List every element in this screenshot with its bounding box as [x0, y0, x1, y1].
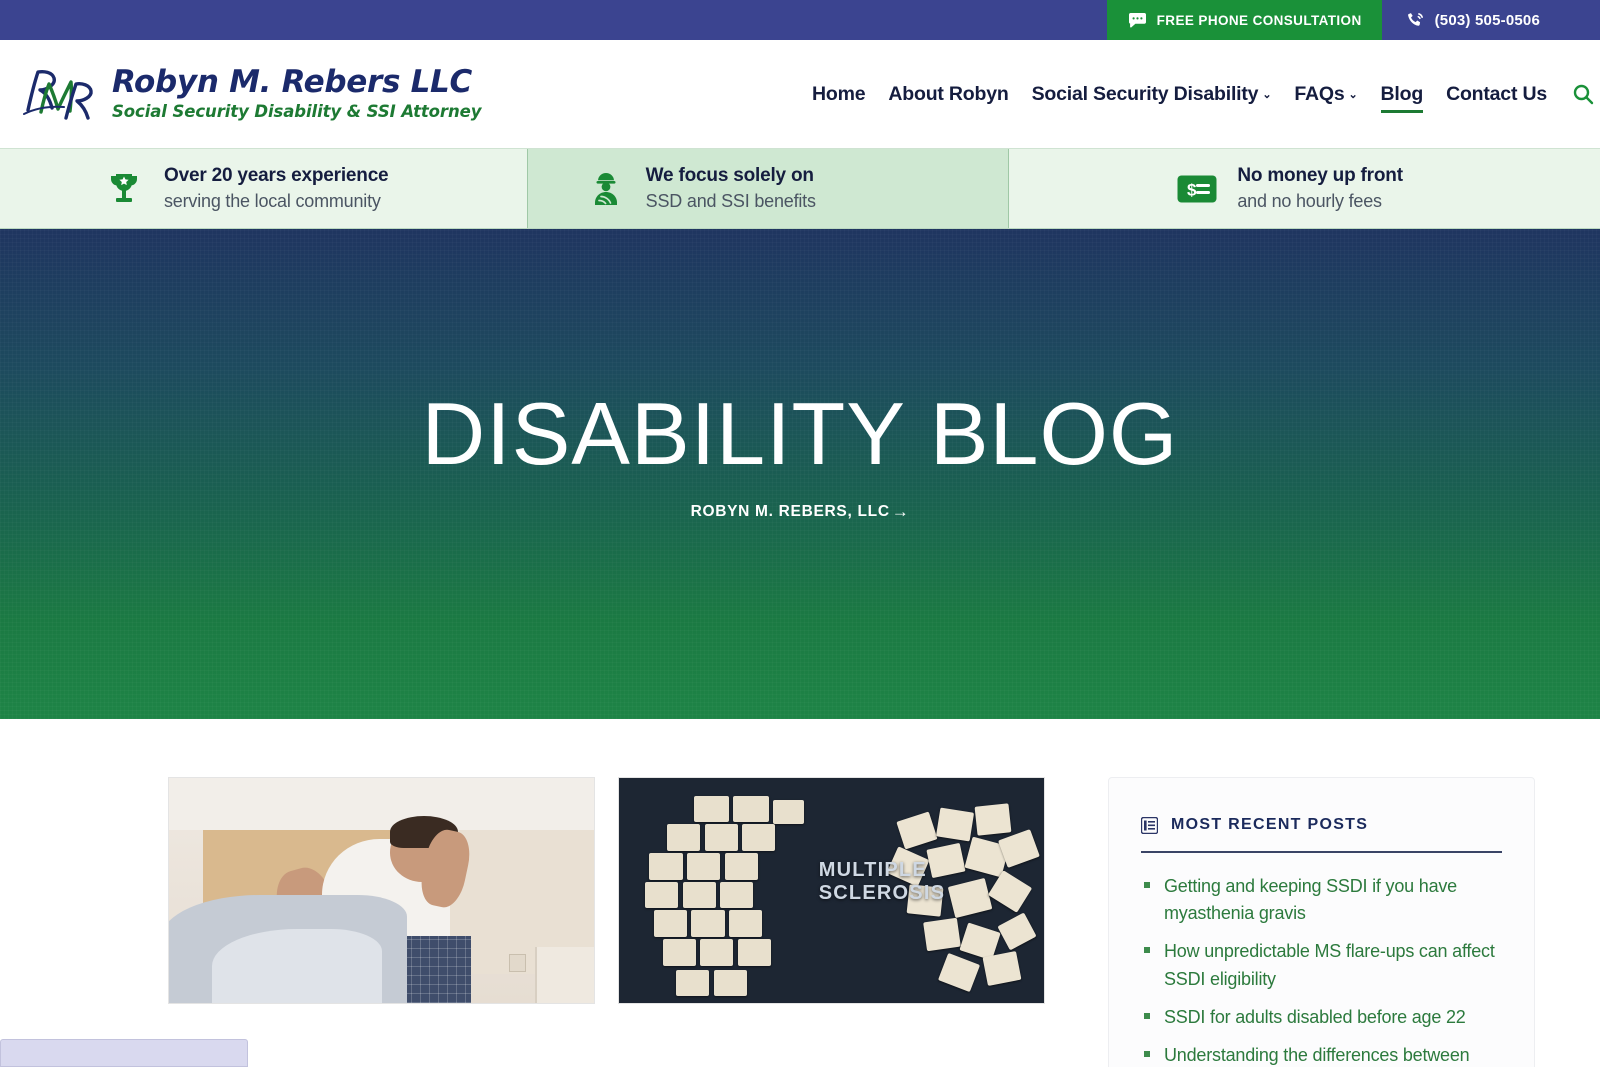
- ms-overlay-line1: MULTIPLE: [818, 859, 927, 881]
- sidebar-divider: [1141, 851, 1502, 853]
- main-content: MULTIPLE SCLEROSIS MOST RECENT POSTS Get…: [0, 719, 1600, 1067]
- feature-focus: We focus solely on SSD and SSI benefits: [526, 149, 1010, 228]
- nav-label-home: Home: [812, 82, 866, 105]
- nav-label-blog: Blog: [1380, 82, 1424, 105]
- hero-subtitle-label: ROBYN M. REBERS, LLC: [690, 503, 890, 521]
- nav-item-social-security-disability[interactable]: Social Security Disability ⌄: [1032, 83, 1272, 106]
- top-utility-bar: FREE PHONE CONSULTATION (503) 505-0506: [0, 0, 1600, 40]
- main-navigation: Home About Robyn Social Security Disabil…: [812, 82, 1600, 113]
- ms-overlay-label: MULTIPLE SCLEROSIS: [819, 859, 945, 905]
- arrow-right-icon: →: [891, 502, 910, 522]
- list-document-icon: [1140, 816, 1159, 834]
- chat-bubble-icon: [1128, 12, 1146, 28]
- money-card-icon: $: [1177, 169, 1217, 209]
- feature-experience-text: Over 20 years experience serving the loc…: [164, 163, 389, 214]
- chevron-down-icon: ⌄: [1348, 88, 1358, 101]
- sidebar-header: MOST RECENT POSTS: [1140, 816, 1502, 834]
- nav-item-home[interactable]: Home: [812, 82, 866, 106]
- feature-experience-title: Over 20 years experience: [164, 165, 389, 187]
- rmr-monogram-icon: [20, 62, 98, 126]
- blog-post-card: MULTIPLE SCLEROSIS: [618, 777, 1045, 1067]
- blog-post-thumbnail[interactable]: [168, 777, 595, 1004]
- blog-post-thumbnail[interactable]: MULTIPLE SCLEROSIS: [618, 777, 1045, 1004]
- recent-post-link: Getting and keeping SSDI if you have mya…: [1164, 875, 1457, 923]
- feature-experience-sub: serving the local community: [164, 190, 381, 211]
- free-phone-consultation-label: FREE PHONE CONSULTATION: [1156, 12, 1362, 28]
- nav-label-social-security-disability: Social Security Disability: [1031, 82, 1259, 105]
- list-item[interactable]: How unpredictable MS flare-ups can affec…: [1141, 938, 1502, 993]
- nav-label-contact-us: Contact Us: [1446, 82, 1547, 105]
- blog-post-card: [168, 777, 595, 1067]
- recent-post-link: SSDI for adults disabled before age 22: [1164, 1006, 1466, 1027]
- feature-no-money-title: No money up front: [1237, 165, 1403, 187]
- hero-banner: DISABILITY BLOG ROBYN M. REBERS, LLC →: [0, 229, 1600, 719]
- phone-ring-icon: [1406, 11, 1425, 30]
- chevron-down-icon: ⌄: [1262, 88, 1272, 101]
- feature-no-money-sub: and no hourly fees: [1237, 190, 1382, 211]
- site-header: Robyn M. Rebers LLC Social Security Disa…: [0, 40, 1600, 148]
- list-item[interactable]: SSDI for adults disabled before age 22: [1141, 1004, 1502, 1031]
- feature-focus-title: We focus solely on: [645, 165, 814, 187]
- list-item[interactable]: Getting and keeping SSDI if you have mya…: [1141, 873, 1502, 928]
- nav-item-blog[interactable]: Blog: [1380, 82, 1424, 113]
- page-title: DISABILITY BLOG: [421, 383, 1179, 483]
- recent-post-link: Understanding the differences between: [1164, 1045, 1470, 1066]
- sidebar-most-recent-posts: MOST RECENT POSTS Getting and keeping SS…: [1108, 777, 1535, 1067]
- recent-post-link: How unpredictable MS flare-ups can affec…: [1164, 941, 1495, 989]
- nav-item-contact-us[interactable]: Contact Us: [1446, 83, 1547, 106]
- thumbnail-image-bed: [169, 778, 594, 1003]
- hero-subtitle: ROBYN M. REBERS, LLC →: [691, 502, 910, 522]
- free-phone-consultation-button[interactable]: FREE PHONE CONSULTATION: [1106, 0, 1382, 40]
- nav-item-faqs[interactable]: FAQs ⌄: [1294, 83, 1357, 106]
- logo-firm-name: Robyn M. Rebers LLC: [112, 64, 472, 101]
- hero-content: DISABILITY BLOG ROBYN M. REBERS, LLC →: [421, 383, 1179, 522]
- sidebar-title: MOST RECENT POSTS: [1171, 816, 1369, 833]
- nav-label-faqs: FAQs: [1294, 82, 1345, 105]
- feature-no-money-text: No money up front and no hourly fees: [1237, 163, 1403, 214]
- logo-text: Robyn M. Rebers LLC Social Security Disa…: [112, 64, 482, 122]
- search-icon[interactable]: [1572, 83, 1594, 105]
- blog-post-list: MULTIPLE SCLEROSIS: [65, 777, 1045, 1067]
- phone-number-label: (503) 505-0506: [1434, 11, 1540, 29]
- nav-item-about-robyn[interactable]: About Robyn: [888, 83, 1008, 106]
- blog-post-body: [168, 1004, 595, 1021]
- thumbnail-image-multiple-sclerosis: MULTIPLE SCLEROSIS: [619, 778, 1044, 1003]
- nav-label-about-robyn: About Robyn: [888, 82, 1009, 105]
- svg-text:$: $: [1187, 180, 1197, 199]
- person-helmet-icon: [586, 169, 626, 209]
- recent-posts-list: Getting and keeping SSDI if you have mya…: [1141, 873, 1502, 1067]
- blog-post-body: [618, 1004, 1045, 1021]
- site-logo[interactable]: Robyn M. Rebers LLC Social Security Disa…: [0, 62, 481, 126]
- logo-tagline: Social Security Disability & SSI Attorne…: [112, 101, 482, 121]
- phone-number-link[interactable]: (503) 505-0506: [1382, 0, 1600, 40]
- trophy-icon: [104, 169, 144, 209]
- feature-no-money-up-front: $ No money up front and no hourly fees: [1009, 149, 1600, 228]
- ms-overlay-line2: SCLEROSIS: [818, 882, 946, 904]
- feature-focus-text: We focus solely on SSD and SSI benefits: [646, 163, 816, 214]
- bottom-left-status-chip[interactable]: [0, 1039, 248, 1067]
- feature-focus-sub: SSD and SSI benefits: [645, 190, 816, 211]
- feature-experience: Over 20 years experience serving the loc…: [0, 149, 527, 228]
- list-item[interactable]: Understanding the differences between: [1141, 1042, 1502, 1067]
- feature-highlight-bar: Over 20 years experience serving the loc…: [0, 148, 1600, 229]
